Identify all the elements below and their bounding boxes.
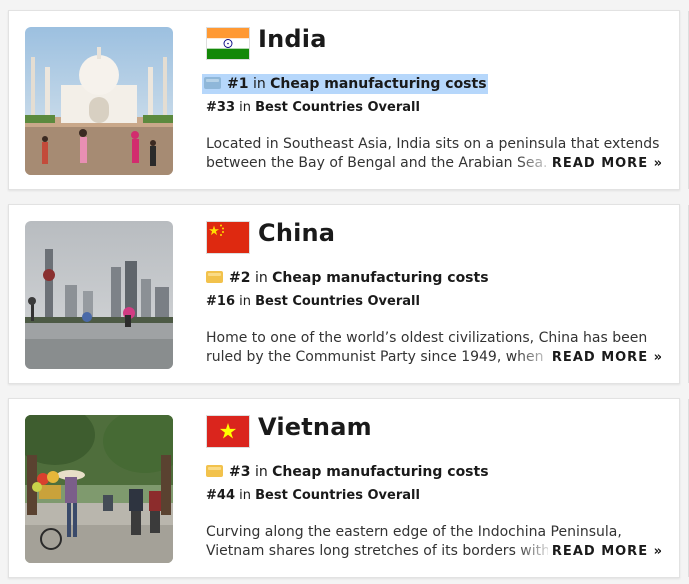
vietnam-street-photo[interactable]	[25, 415, 173, 563]
vietnam-flag-icon	[206, 415, 250, 448]
description-line-2: ruled by the Communist Party since 1949,…	[206, 349, 556, 365]
read-more-link[interactable]: READ MORE »	[547, 350, 663, 365]
description-line-1: Home to one of the world’s oldest civili…	[206, 330, 648, 346]
primary-rank[interactable]: #3 in Cheap manufacturing costs	[206, 462, 489, 482]
india-flag-icon	[206, 27, 250, 60]
shanghai-skyline-photo[interactable]	[25, 221, 173, 369]
description-line-1: Curving along the eastern edge of the In…	[206, 524, 622, 540]
country-name[interactable]: China	[258, 219, 335, 247]
description-line-2: between the Bay of Bengal and the Arabia…	[206, 155, 556, 171]
medal-icon	[204, 77, 221, 89]
country-card-china[interactable]: China #2 in Cheap manufacturing costs #1…	[8, 204, 689, 384]
country-name[interactable]: India	[258, 25, 327, 53]
secondary-rank[interactable]: #33 in Best Countries Overall	[206, 99, 420, 117]
primary-rank[interactable]: #1 in Cheap manufacturing costs	[202, 74, 488, 94]
read-more-link[interactable]: READ MORE »	[547, 156, 663, 171]
description-line-2: Vietnam shares long stretches of its bor…	[206, 543, 551, 559]
country-card-vietnam[interactable]: Vietnam #3 in Cheap manufacturing costs …	[8, 398, 689, 578]
read-more-link[interactable]: READ MORE »	[547, 544, 663, 559]
secondary-rank[interactable]: #16 in Best Countries Overall	[206, 293, 420, 311]
country-card-india[interactable]: India #1 in Cheap manufacturing costs #3…	[8, 10, 689, 190]
secondary-rank[interactable]: #44 in Best Countries Overall	[206, 487, 420, 505]
china-flag-icon	[206, 221, 250, 254]
primary-rank[interactable]: #2 in Cheap manufacturing costs	[206, 268, 489, 288]
description-line-1: Located in Southeast Asia, India sits on…	[206, 136, 660, 152]
taj-mahal-photo[interactable]	[25, 27, 173, 175]
medal-icon	[206, 271, 223, 283]
medal-icon	[206, 465, 223, 477]
country-name[interactable]: Vietnam	[258, 413, 372, 441]
